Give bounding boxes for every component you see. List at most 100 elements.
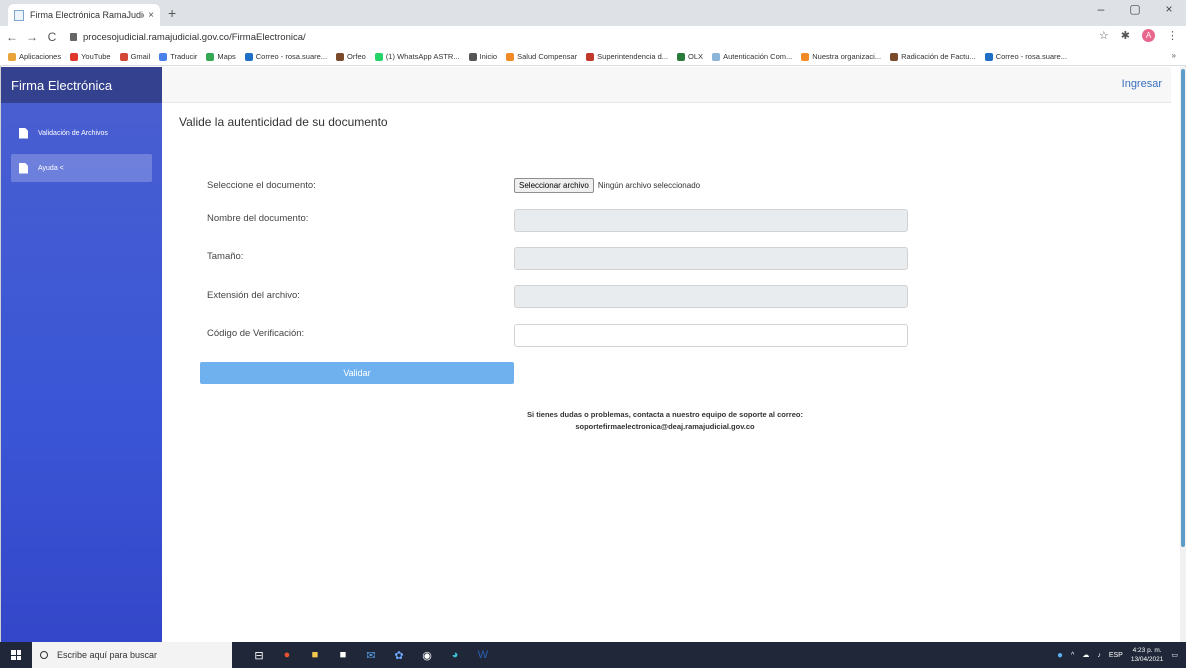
- volume-icon[interactable]: ♪: [1097, 652, 1101, 659]
- search-icon: [40, 651, 48, 659]
- bookmark-label: Orfeo: [347, 52, 366, 61]
- taskbar-search[interactable]: Escribe aquí para buscar: [32, 642, 232, 668]
- bookmark-favicon-icon: [586, 52, 595, 61]
- browser-tab[interactable]: Firma Electrónica RamaJudicial ×: [8, 4, 160, 26]
- document-name-field: [514, 209, 908, 232]
- sidebar: Firma Electrónica Validación de Archivos…: [1, 67, 162, 642]
- bookmark-label: Inicio: [479, 52, 498, 61]
- taskbar-app-icon[interactable]: ✉: [362, 646, 380, 664]
- bookmark-item[interactable]: Correo - rosa.suare...: [984, 52, 1067, 61]
- onedrive-icon[interactable]: ☁: [1082, 651, 1089, 659]
- bookmark-favicon-icon: [890, 52, 899, 61]
- bookmark-label: (1) WhatsApp ASTR...: [385, 52, 460, 61]
- bookmark-label: Autenticación Com...: [723, 52, 793, 61]
- lock-icon[interactable]: [70, 33, 77, 41]
- taskbar: Escribe aquí para buscar ⊟ ● ■ ■ ✉ ✿ ◉ ◕ W ● ^ ☁…: [0, 642, 1186, 668]
- bookmark-favicon-icon: [374, 52, 383, 61]
- login-link[interactable]: Ingresar: [1122, 78, 1162, 90]
- notifications-icon[interactable]: ▭: [1171, 651, 1178, 659]
- taskbar-app-icon[interactable]: ■: [334, 646, 352, 664]
- extension-label: Extensión del archivo:: [207, 290, 300, 301]
- support-email[interactable]: soportefirmaelectronica@deaj.ramajudicia…: [440, 421, 890, 433]
- support-message: Si tienes dudas o problemas, contacta a …: [440, 409, 890, 433]
- taskbar-app-icon[interactable]: ◕: [446, 646, 464, 664]
- sidebar-item-label: Validación de Archivos: [38, 129, 108, 137]
- bookmark-label: Gmail: [130, 52, 151, 61]
- bookmark-item[interactable]: Nuestra organizaci...: [801, 52, 881, 61]
- bookmark-label: Superintendencia d...: [597, 52, 669, 61]
- verification-code-input[interactable]: [514, 324, 908, 347]
- taskbar-app-icon[interactable]: ◉: [418, 646, 436, 664]
- top-bar: Ingresar: [162, 67, 1171, 103]
- minimize-button[interactable]: –: [1084, 2, 1118, 16]
- sidebar-item-ayuda[interactable]: Ayuda <: [11, 154, 152, 182]
- bookmark-favicon-icon: [336, 52, 345, 61]
- bookmark-item[interactable]: OLX: [677, 52, 703, 61]
- address-bar: ← → C procesojudicial.ramajudicial.gov.c…: [0, 26, 1186, 48]
- bookmark-item[interactable]: Superintendencia d...: [586, 52, 668, 61]
- language-indicator[interactable]: ESP: [1109, 652, 1123, 659]
- forward-button[interactable]: →: [24, 30, 40, 44]
- sidebar-item-validacion[interactable]: Validación de Archivos: [11, 119, 152, 147]
- bookmark-item[interactable]: Aplicaciones: [8, 52, 61, 61]
- bookmark-item[interactable]: Correo - rosa.suare...: [244, 52, 327, 61]
- taskbar-app-icon[interactable]: ■: [306, 646, 324, 664]
- window-controls: – ▢ ×: [1084, 2, 1186, 16]
- bookmarks-more-button[interactable]: »: [1172, 51, 1176, 60]
- browser-menu-icon[interactable]: ⋮: [1167, 29, 1178, 42]
- bookmark-label: Correo - rosa.suare...: [995, 52, 1067, 61]
- bookmark-item[interactable]: Radicación de Factu...: [890, 52, 976, 61]
- select-document-label: Seleccione el documento:: [207, 180, 316, 191]
- back-button[interactable]: ←: [4, 30, 20, 44]
- document-icon: [19, 127, 28, 139]
- file-status-text: Ningún archivo seleccionado: [597, 181, 701, 190]
- bookmark-favicon-icon: [506, 52, 515, 61]
- taskbar-app-icon[interactable]: ●: [278, 646, 296, 664]
- sidebar-item-label: Ayuda <: [38, 164, 64, 172]
- bookmark-favicon-icon: [206, 52, 215, 61]
- new-tab-button[interactable]: +: [168, 5, 176, 21]
- tab-close-icon[interactable]: ×: [148, 10, 154, 21]
- url-field[interactable]: procesojudicial.ramajudicial.gov.co/Firm…: [83, 32, 306, 43]
- file-picker: Seleccionar archivo Ningún archivo selec…: [514, 178, 700, 193]
- support-text: Si tienes dudas o problemas, contacta a …: [527, 410, 803, 419]
- close-window-button[interactable]: ×: [1152, 2, 1186, 16]
- bookmark-label: Radicación de Factu...: [901, 52, 976, 61]
- taskbar-app-icon[interactable]: ⊟: [250, 646, 268, 664]
- page-scrollbar[interactable]: [1180, 67, 1186, 642]
- scrollbar-thumb[interactable]: [1181, 69, 1185, 547]
- clock[interactable]: 4:23 p. m. 13/04/2021: [1131, 646, 1164, 664]
- taskbar-app-icon[interactable]: ✿: [390, 646, 408, 664]
- tab-strip: Firma Electrónica RamaJudicial × + – ▢ ×: [0, 0, 1186, 26]
- bookmark-item[interactable]: (1) WhatsApp ASTR...: [374, 52, 460, 61]
- bookmark-favicon-icon: [468, 52, 477, 61]
- page-title: Valide la autenticidad de su documento: [179, 115, 388, 129]
- sidebar-brand[interactable]: Firma Electrónica: [1, 67, 162, 103]
- bookmark-item[interactable]: Gmail: [119, 52, 151, 61]
- size-label: Tamaño:: [207, 251, 244, 262]
- reload-button[interactable]: C: [44, 30, 60, 44]
- profile-avatar[interactable]: A: [1142, 29, 1155, 42]
- extension-field: [514, 285, 908, 308]
- extensions-icon[interactable]: ✱: [1121, 29, 1130, 42]
- bookmark-item[interactable]: Traducir: [159, 52, 197, 61]
- start-button[interactable]: [0, 642, 32, 668]
- bookmark-item[interactable]: Autenticación Com...: [712, 52, 792, 61]
- bookmark-item[interactable]: Maps: [206, 52, 236, 61]
- bookmark-favicon-icon: [70, 52, 79, 61]
- bookmark-label: YouTube: [81, 52, 111, 61]
- restore-button[interactable]: ▢: [1118, 2, 1152, 16]
- bookmark-item[interactable]: Orfeo: [336, 52, 366, 61]
- bookmark-star-icon[interactable]: ☆: [1099, 29, 1109, 42]
- bookmark-item[interactable]: YouTube: [70, 52, 111, 61]
- tray-chevron-icon[interactable]: ^: [1071, 652, 1074, 659]
- bookmark-item[interactable]: Salud Compensar: [506, 52, 577, 61]
- bookmark-label: Maps: [217, 52, 236, 61]
- clock-time: 4:23 p. m.: [1132, 647, 1162, 654]
- help-icon[interactable]: ●: [1057, 650, 1063, 661]
- bookmark-label: Traducir: [170, 52, 198, 61]
- validate-button[interactable]: Validar: [200, 362, 514, 384]
- bookmark-item[interactable]: Inicio: [468, 52, 498, 61]
- taskbar-app-icon[interactable]: W: [474, 646, 492, 664]
- select-file-button[interactable]: Seleccionar archivo: [514, 178, 594, 193]
